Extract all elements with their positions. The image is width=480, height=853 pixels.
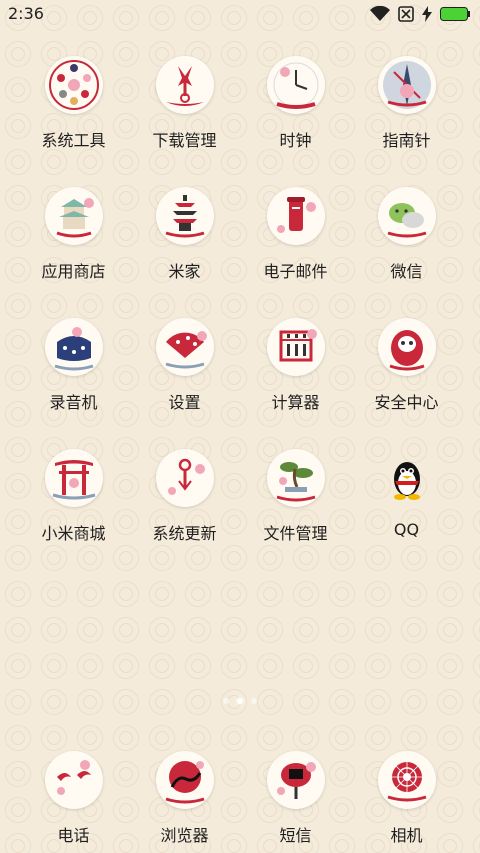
status-time: 2:36: [8, 4, 44, 23]
wifi-icon: [370, 6, 390, 22]
dock-camera[interactable]: 相机: [351, 745, 462, 846]
app-label: 指南针: [382, 131, 431, 150]
status-bar: 2:36: [0, 0, 480, 28]
file-manager-bonsai-icon: [266, 449, 325, 507]
app-mijia[interactable]: 米家: [129, 181, 240, 312]
app-label: 安全中心: [374, 393, 439, 412]
dock-phone[interactable]: 电话: [18, 745, 129, 846]
app-label: 设置: [168, 393, 201, 412]
recorder-icon: [44, 318, 103, 376]
app-label: QQ: [393, 520, 420, 539]
page-indicator: [0, 698, 480, 704]
app-wechat[interactable]: 微信: [351, 181, 462, 312]
security-daruma-icon: [377, 318, 436, 376]
app-settings[interactable]: 设置: [129, 312, 240, 443]
settings-fan-icon: [155, 318, 214, 376]
browser-sun-icon: [155, 751, 214, 809]
app-label: 米家: [168, 262, 201, 281]
app-compass[interactable]: 指南针: [351, 50, 462, 181]
app-label: 计算器: [271, 393, 320, 412]
qq-penguin-icon: [378, 449, 436, 507]
app-mi-store[interactable]: 小米商城: [18, 443, 129, 574]
app-qq[interactable]: QQ: [351, 443, 462, 574]
app-download-manager[interactable]: 下载管理: [129, 50, 240, 181]
system-tools-icon: [44, 56, 103, 114]
battery-icon: [440, 7, 470, 21]
app-app-store[interactable]: 应用商店: [18, 181, 129, 312]
dock: 电话 浏览器 短信 相机: [18, 745, 462, 846]
app-label: 浏览器: [160, 826, 209, 845]
app-label: 应用商店: [41, 262, 106, 281]
download-manager-icon: [155, 56, 214, 114]
page-dot[interactable]: [251, 698, 257, 704]
app-email[interactable]: 电子邮件: [240, 181, 351, 312]
app-clock[interactable]: 时钟: [240, 50, 351, 181]
app-label: 微信: [390, 262, 423, 281]
app-label: 录音机: [49, 393, 98, 412]
app-label: 相机: [390, 826, 423, 845]
messages-lantern-icon: [266, 751, 325, 809]
app-file-manager[interactable]: 文件管理: [240, 443, 351, 574]
app-label: 系统更新: [152, 524, 217, 543]
email-mailbox-icon: [266, 187, 325, 245]
app-label: 短信: [279, 826, 312, 845]
app-label: 系统工具: [41, 131, 106, 150]
calculator-abacus-icon: [266, 318, 325, 376]
app-label: 文件管理: [263, 524, 328, 543]
wechat-icon: [377, 187, 436, 245]
page-dot[interactable]: [223, 698, 229, 704]
app-recorder[interactable]: 录音机: [18, 312, 129, 443]
compass-icon: [377, 56, 436, 114]
dock-browser[interactable]: 浏览器: [129, 745, 240, 846]
app-system-update[interactable]: 系统更新: [129, 443, 240, 574]
mi-store-torii-icon: [44, 449, 103, 507]
app-security-center[interactable]: 安全中心: [351, 312, 462, 443]
app-label: 下载管理: [152, 131, 217, 150]
page-dot-active[interactable]: [237, 698, 243, 704]
system-update-icon: [155, 449, 214, 507]
app-label: 电话: [57, 826, 90, 845]
charging-icon: [422, 6, 432, 22]
app-grid: 系统工具 下载管理 时钟 指南针 应用商店 米家 电子邮件 微信 录音机 设置 …: [18, 50, 462, 574]
app-label: 小米商城: [41, 524, 106, 543]
app-system-tools[interactable]: 系统工具: [18, 50, 129, 181]
app-calculator[interactable]: 计算器: [240, 312, 351, 443]
clock-icon: [266, 56, 325, 114]
app-store-icon: [44, 187, 103, 245]
app-label: 时钟: [279, 131, 312, 150]
camera-umbrella-icon: [377, 751, 436, 809]
status-icons: [370, 4, 470, 24]
phone-birds-icon: [44, 751, 103, 809]
no-sim-icon: [398, 6, 414, 22]
mijia-pagoda-icon: [155, 187, 214, 245]
app-label: 电子邮件: [263, 262, 328, 281]
dock-messages[interactable]: 短信: [240, 745, 351, 846]
